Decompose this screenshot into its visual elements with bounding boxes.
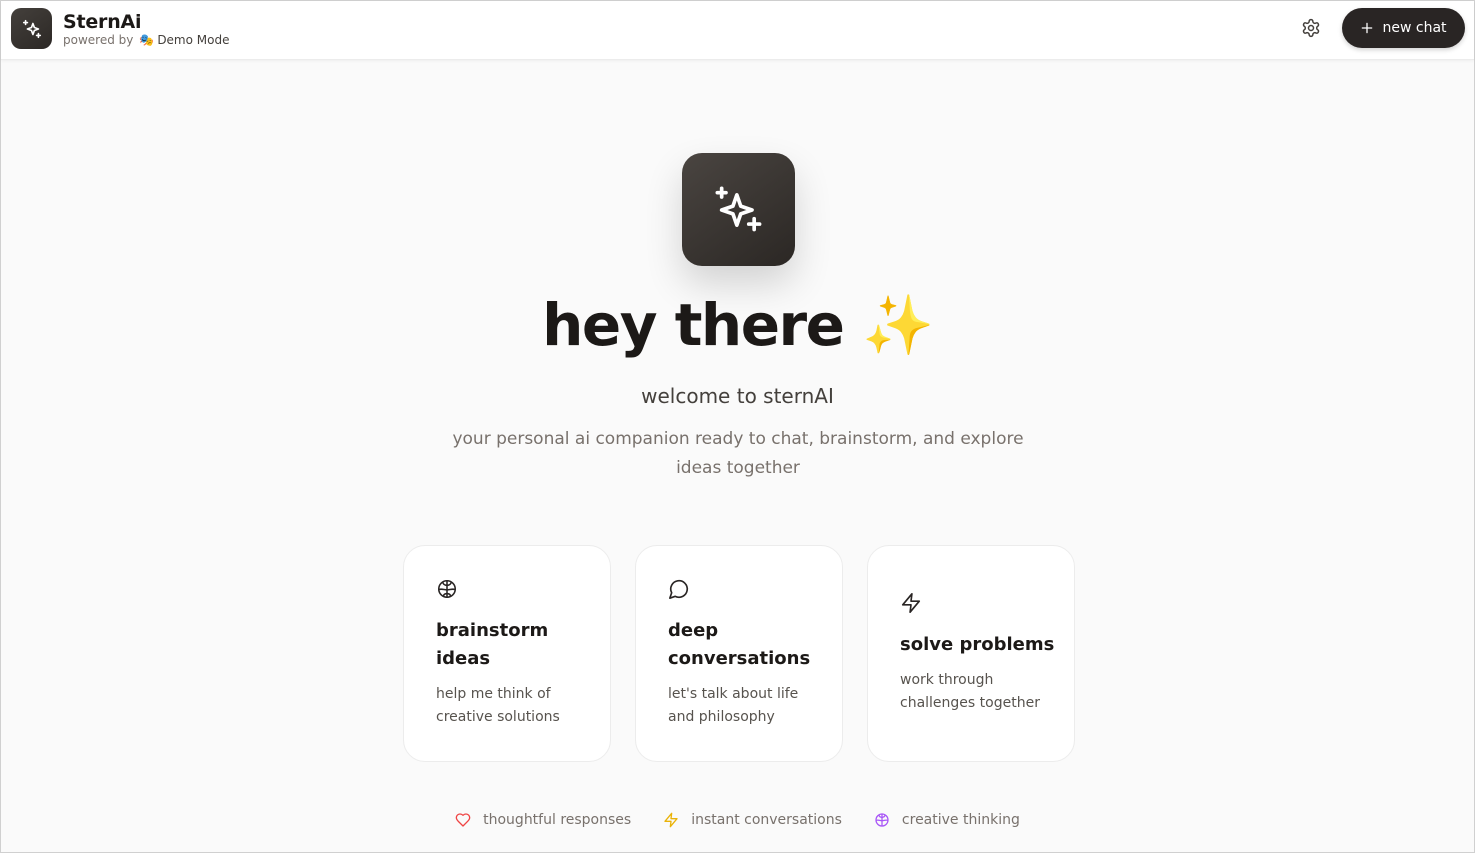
suggestion-card-conversations[interactable]: deep conversations let's talk about life… — [635, 545, 843, 762]
sparkles-icon — [714, 185, 761, 231]
hero-description: your personal ai companion ready to chat… — [452, 429, 1024, 478]
hero-subtitle: welcome to sternAI — [641, 384, 834, 408]
gear-icon — [1302, 18, 1320, 38]
brand-subtitle: powered by 🎭 Demo Mode — [63, 33, 229, 47]
powered-by-label: powered by — [63, 33, 134, 47]
app-header: SternAi powered by 🎭 Demo Mode new chat — [1, 1, 1474, 60]
features-row: thoughtful responses instant conversatio… — [1, 809, 1474, 831]
feature-creative: creative thinking — [874, 812, 1020, 828]
mode-indicator: 🎭 Demo Mode — [139, 33, 229, 47]
new-chat-label: new chat — [1382, 20, 1447, 36]
brain-icon — [437, 579, 457, 599]
hero-title: hey there ✨ — [542, 291, 934, 359]
card-title: deep conversations — [668, 620, 811, 669]
feature-thoughtful: thoughtful responses — [455, 812, 631, 828]
heart-icon — [455, 813, 471, 827]
feature-instant: instant conversations — [663, 812, 842, 828]
brain-icon — [875, 813, 889, 827]
feature-label: thoughtful responses — [483, 812, 632, 828]
card-title: brainstorm ideas — [436, 620, 549, 669]
theater-masks-icon: 🎭 — [139, 33, 155, 47]
suggestion-card-problems[interactable]: solve problems work through challenges t… — [867, 545, 1075, 762]
card-text: let's talk about life and philosophy — [668, 686, 799, 725]
lightning-icon — [664, 812, 678, 828]
card-text: help me think of creative solutions — [436, 686, 560, 725]
new-chat-button[interactable]: new chat — [1342, 8, 1465, 48]
message-circle-icon — [669, 579, 689, 599]
mode-label: Demo Mode — [157, 33, 230, 47]
brand-name: SternAi — [63, 11, 142, 33]
settings-button[interactable] — [1298, 15, 1324, 41]
card-title: solve problems — [900, 634, 1055, 655]
hero-logo — [682, 153, 795, 266]
lightning-icon — [901, 593, 921, 613]
feature-label: creative thinking — [901, 812, 1020, 828]
suggestion-card-brainstorm[interactable]: brainstorm ideas help me think of creati… — [403, 545, 611, 762]
app-logo[interactable] — [11, 8, 52, 49]
card-text: work through challenges together — [900, 672, 1040, 711]
sparkles-icon — [22, 19, 41, 38]
feature-label: instant conversations — [691, 812, 842, 828]
plus-icon — [1362, 22, 1373, 34]
